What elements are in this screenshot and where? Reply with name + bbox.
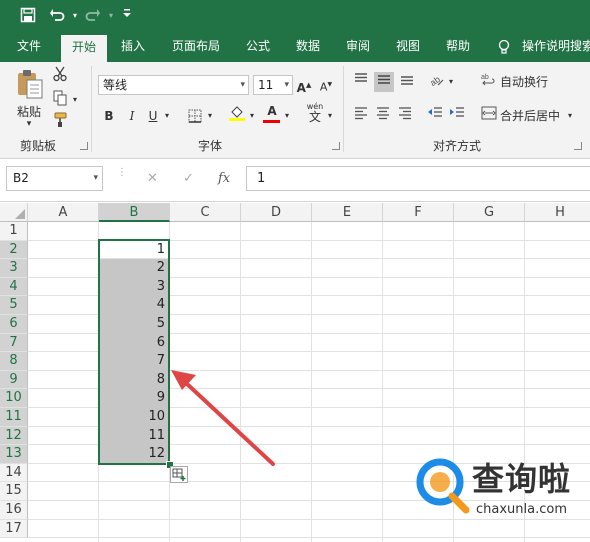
watermark-url: chaxunla.com <box>476 502 567 517</box>
watermark: 查询啦 chaxunla.com <box>414 452 590 522</box>
watermark-name: 查询啦 <box>472 460 572 498</box>
watermark-logo-icon <box>416 458 470 514</box>
